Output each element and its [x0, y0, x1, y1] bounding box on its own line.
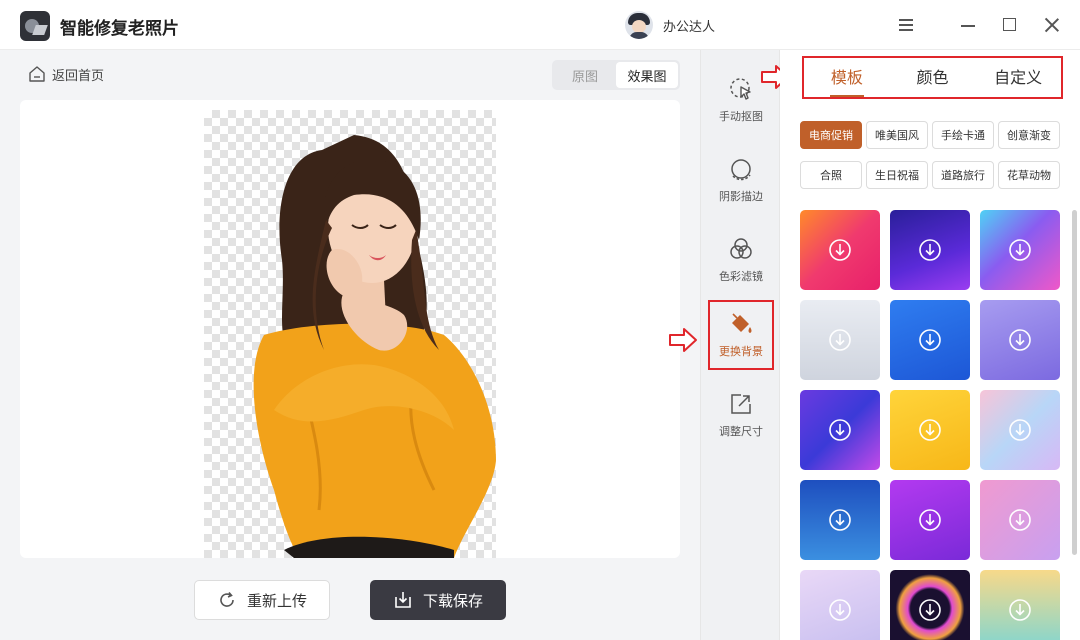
shadow-outline-icon	[731, 159, 751, 181]
download-save-button[interactable]: 下载保存	[370, 580, 506, 620]
download-icon	[829, 329, 851, 351]
background-tabs: 模板 颜色 自定义	[802, 56, 1063, 99]
annotation-arrow-icon	[669, 328, 697, 352]
template-thumbnail[interactable]	[890, 390, 970, 470]
template-thumbnail[interactable]	[980, 480, 1060, 560]
category-chip[interactable]: 唯美国风	[866, 121, 928, 149]
minimize-icon[interactable]	[956, 13, 980, 37]
cursor-select-icon	[730, 78, 751, 100]
download-icon	[829, 239, 851, 261]
category-chip[interactable]: 合照	[800, 161, 862, 189]
cutout-portrait	[253, 135, 496, 558]
category-chip[interactable]: 创意渐变	[998, 121, 1060, 149]
maximize-icon[interactable]	[998, 13, 1022, 37]
template-thumbnail[interactable]	[890, 570, 970, 640]
download-icon	[395, 592, 411, 608]
tool-color-filter[interactable]: 色彩滤镜	[701, 225, 781, 295]
app-logo-icon	[20, 11, 50, 41]
download-icon	[1009, 599, 1031, 621]
tool-label: 色彩滤镜	[719, 270, 763, 283]
category-chip[interactable]: 生日祝福	[866, 161, 928, 189]
result-view-tab[interactable]: 效果图	[616, 62, 678, 88]
download-icon	[829, 419, 851, 441]
category-chip[interactable]: 手绘卡通	[932, 121, 994, 149]
tool-label: 调整尺寸	[719, 425, 763, 438]
tab-custom[interactable]: 自定义	[975, 58, 1061, 97]
original-view-tab[interactable]: 原图	[554, 62, 616, 88]
refresh-icon	[220, 591, 234, 607]
download-icon	[1009, 239, 1031, 261]
image-canvas	[20, 100, 680, 558]
user-name[interactable]: 办公达人	[663, 16, 715, 35]
download-icon	[1009, 329, 1031, 351]
tab-template[interactable]: 模板	[804, 58, 890, 97]
download-icon	[919, 509, 941, 531]
resize-icon	[731, 394, 751, 414]
template-thumbnail[interactable]	[800, 480, 880, 560]
reupload-label: 重新上传	[246, 591, 307, 610]
template-thumbnail[interactable]	[980, 210, 1060, 290]
download-icon	[1009, 419, 1031, 441]
reupload-button[interactable]: 重新上传	[194, 580, 330, 620]
download-icon	[919, 599, 941, 621]
download-save-label: 下载保存	[422, 591, 483, 610]
tool-shadow-outline[interactable]: 阴影描边	[701, 145, 781, 215]
template-thumbnail[interactable]	[800, 570, 880, 640]
download-icon	[829, 599, 851, 621]
download-icon	[919, 329, 941, 351]
template-thumbnail[interactable]	[980, 570, 1060, 640]
tool-label: 阴影描边	[719, 190, 763, 203]
category-chip[interactable]: 电商促销	[800, 121, 862, 149]
category-chip[interactable]: 花草动物	[998, 161, 1060, 189]
template-thumbnail[interactable]	[800, 390, 880, 470]
thumbnail-scrollbar[interactable]	[1072, 210, 1077, 555]
download-icon	[1009, 509, 1031, 531]
category-chip[interactable]: 道路旅行	[932, 161, 994, 189]
template-thumbnail[interactable]	[980, 390, 1060, 470]
color-filter-icon	[730, 238, 752, 259]
download-icon	[919, 239, 941, 261]
template-thumbnail[interactable]	[890, 300, 970, 380]
template-thumbnail[interactable]	[800, 300, 880, 380]
template-thumbnail[interactable]	[890, 210, 970, 290]
template-thumbnail[interactable]	[890, 480, 970, 560]
app-title: 智能修复老照片	[60, 19, 179, 39]
user-avatar[interactable]	[625, 11, 653, 39]
title-bar: 智能修复老照片 办公达人	[0, 0, 1080, 50]
template-thumbnail[interactable]	[980, 300, 1060, 380]
tab-color[interactable]: 颜色	[890, 58, 976, 97]
back-home-label: 返回首页	[52, 68, 105, 84]
download-icon	[829, 509, 851, 531]
tool-highlight-box	[708, 300, 774, 370]
tool-label: 手动抠图	[719, 110, 763, 123]
view-toggle: 原图 效果图	[552, 60, 680, 90]
home-icon	[29, 66, 45, 82]
close-icon[interactable]	[1040, 13, 1064, 37]
download-icon	[919, 419, 941, 441]
tool-resize[interactable]: 调整尺寸	[701, 380, 781, 450]
menu-icon[interactable]	[894, 13, 918, 37]
template-thumbnail[interactable]	[800, 210, 880, 290]
back-home-link[interactable]: 返回首页	[28, 64, 104, 84]
